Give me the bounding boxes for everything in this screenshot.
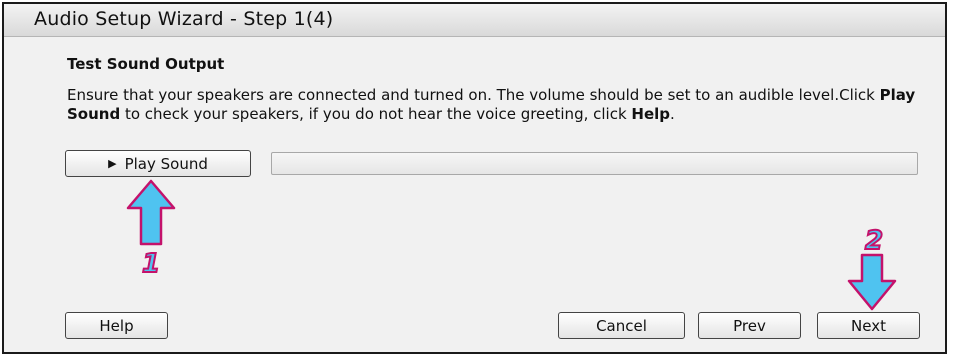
arrow-down-icon bbox=[847, 253, 897, 311]
arrow-up-icon bbox=[126, 179, 176, 246]
annotation-arrow-1: 1 bbox=[126, 179, 176, 280]
cancel-button[interactable]: Cancel bbox=[558, 312, 685, 339]
prev-button[interactable]: Prev bbox=[698, 312, 801, 339]
title-bar: Audio Setup Wizard - Step 1(4) bbox=[4, 4, 945, 37]
play-sound-label: Play Sound bbox=[124, 154, 208, 173]
annotation-arrow-2: 2 bbox=[847, 225, 897, 311]
next-button[interactable]: Next bbox=[817, 312, 920, 339]
instructions-part-3: . bbox=[670, 105, 675, 123]
instructions-bold-help: Help bbox=[631, 105, 671, 123]
instructions-part-2: to check your speakers, if you do not he… bbox=[120, 105, 632, 123]
instructions-part-1: Ensure that your speakers are connected … bbox=[67, 86, 880, 104]
instructions-text: Ensure that your speakers are connected … bbox=[67, 86, 927, 124]
play-triangle-icon: ▶ bbox=[108, 157, 117, 170]
play-sound-button[interactable]: ▶ Play Sound bbox=[65, 150, 251, 177]
annotation-number-2: 2 bbox=[865, 226, 883, 256]
window-title: Audio Setup Wizard - Step 1(4) bbox=[34, 8, 334, 30]
help-button[interactable]: Help bbox=[65, 312, 168, 339]
annotation-number-1: 1 bbox=[142, 249, 160, 279]
section-title: Test Sound Output bbox=[67, 55, 225, 73]
sound-progress-bar bbox=[271, 152, 918, 175]
audio-setup-wizard-dialog: Audio Setup Wizard - Step 1(4) Test Soun… bbox=[2, 2, 947, 354]
